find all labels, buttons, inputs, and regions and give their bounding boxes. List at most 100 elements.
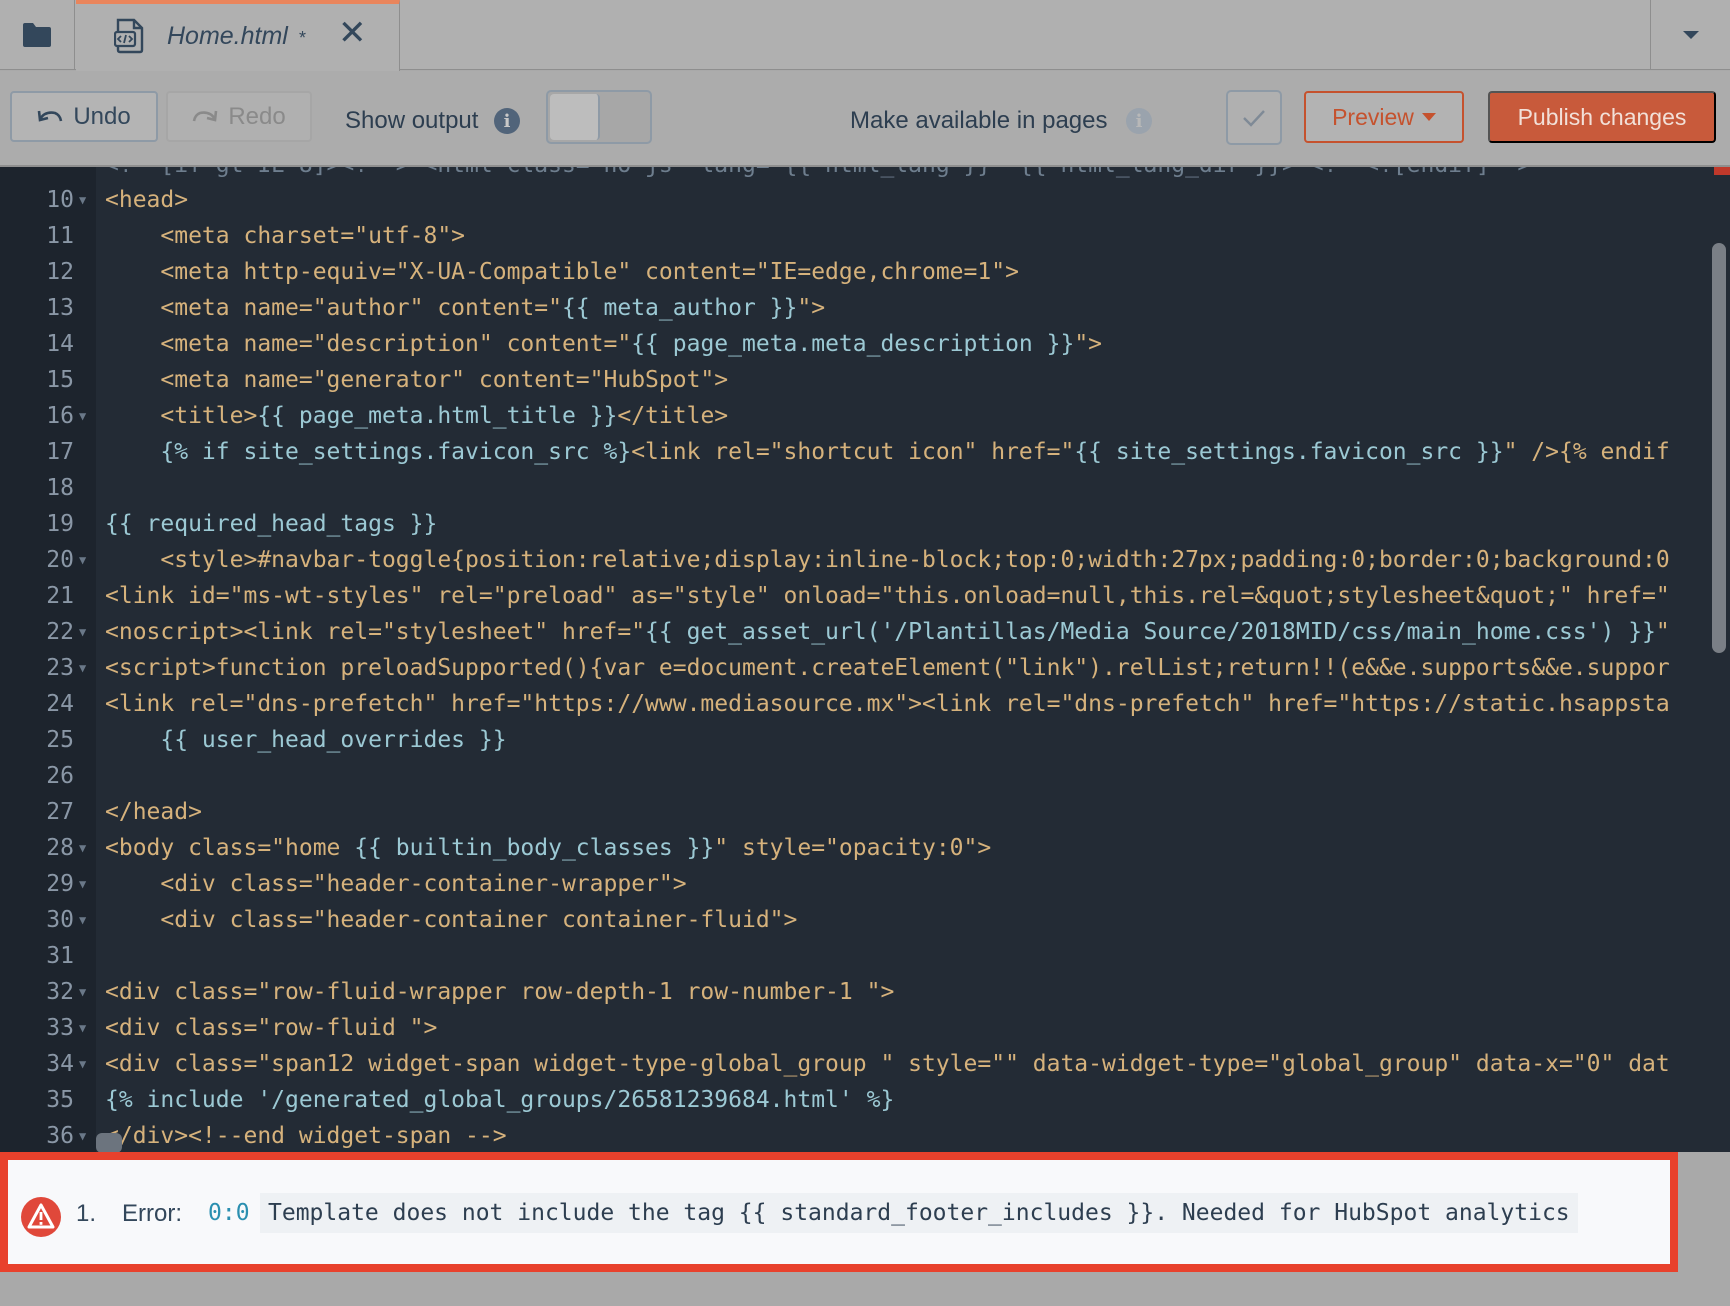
code-text: {{ required_head_tags }}: [105, 511, 438, 537]
fold-arrow-icon[interactable]: ▼: [79, 902, 86, 938]
code-text: <div class="header-container-wrapper">: [105, 871, 687, 897]
line-number: 19: [46, 511, 74, 537]
code-line[interactable]: 15 <meta name="generator" content="HubSp…: [0, 362, 1730, 398]
show-output-toggle[interactable]: [546, 90, 652, 144]
code-line[interactable]: 31: [0, 938, 1730, 974]
tab-home-html[interactable]: Home.html * ✕: [76, 0, 400, 71]
code-line[interactable]: 32 ▼ <div class="row-fluid-wrapper row-dep…: [0, 974, 1730, 1010]
line-number: 17: [46, 439, 74, 465]
code-line[interactable]: 27 </head>: [0, 794, 1730, 830]
line-number: 25: [46, 727, 74, 753]
info-icon[interactable]: i: [494, 108, 520, 134]
close-icon[interactable]: ✕: [338, 16, 367, 50]
code-text: <!--[if gt IE 8]><!--> <html class="no-j…: [105, 167, 1531, 183]
unsaved-indicator: *: [299, 28, 307, 48]
redo-button[interactable]: Redo: [166, 91, 312, 142]
make-available-checkbox[interactable]: [1226, 90, 1282, 145]
code-line[interactable]: 24 <link rel="dns-prefetch" href="https:/…: [0, 686, 1730, 722]
code-text: <div class="row-fluid ">: [105, 1015, 438, 1041]
code-line[interactable]: 35 {% include '/generated_global_groups/2…: [0, 1082, 1730, 1118]
line-number: 32: [46, 979, 74, 1005]
code-line[interactable]: 25 {{ user_head_overrides }}: [0, 722, 1730, 758]
fold-arrow-icon[interactable]: ▼: [79, 542, 86, 578]
undo-button[interactable]: Undo: [10, 91, 158, 142]
line-number: 35: [46, 1087, 74, 1113]
line-number: 10: [46, 187, 74, 213]
code-line[interactable]: 12 <meta http-equiv="X-UA-Compatible" co…: [0, 254, 1730, 290]
redo-icon: [193, 110, 218, 122]
tab-bar: Home.html * ✕: [0, 0, 1730, 71]
code-text: </head>: [105, 799, 202, 825]
code-line[interactable]: 17 {% if site_settings.favicon_src %}<li…: [0, 434, 1730, 470]
code-line[interactable]: 13 <meta name="author" content="{{ meta_…: [0, 290, 1730, 326]
code-line[interactable]: 34 ▼ <div class="span12 widget-span widget…: [0, 1046, 1730, 1082]
code-line[interactable]: 11 <meta charset="utf-8">: [0, 218, 1730, 254]
tabs-dropdown-button[interactable]: [1650, 0, 1730, 70]
folder-icon: [23, 23, 51, 47]
preview-button[interactable]: Preview: [1304, 91, 1464, 143]
code-line[interactable]: 29 ▼ <div class="header-container-wrapper…: [0, 866, 1730, 902]
fold-arrow-icon[interactable]: ▼: [79, 614, 86, 650]
code-text: <link id="ms-wt-styles" rel="preload" as…: [105, 583, 1670, 609]
warning-icon: [21, 1197, 61, 1237]
info-icon[interactable]: i: [1126, 108, 1152, 134]
line-number: 12: [46, 259, 74, 285]
line-number: 29: [46, 871, 74, 897]
code-line[interactable]: 16 ▼ <title>{{ page_meta.html_title }}</t…: [0, 398, 1730, 434]
line-number: 23: [46, 655, 74, 681]
caret-down-icon: [1421, 113, 1436, 121]
line-number: 11: [46, 223, 74, 249]
code-line[interactable]: 33 ▼ <div class="row-fluid ">: [0, 1010, 1730, 1046]
fold-arrow-icon[interactable]: ▼: [79, 974, 86, 1010]
show-output-label: Show output: [345, 107, 479, 134]
publish-changes-button[interactable]: Publish changes: [1488, 91, 1716, 143]
code-text: <style>#navbar-toggle{position:relative;…: [105, 547, 1670, 573]
code-line[interactable]: 20 ▼ <style>#navbar-toggle{position:relat…: [0, 542, 1730, 578]
code-editor[interactable]: <!--[if gt IE 8]><!--> <html class="no-j…: [0, 167, 1730, 1152]
fold-arrow-icon[interactable]: ▼: [79, 650, 86, 686]
code-text: </div><!--end widget-span -->: [105, 1123, 507, 1149]
code-line[interactable]: 30 ▼ <div class="header-container contain…: [0, 902, 1730, 938]
fold-arrow-icon[interactable]: ▼: [79, 182, 86, 218]
code-text: <meta http-equiv="X-UA-Compatible" conte…: [105, 259, 1019, 285]
editor-toolbar: Undo Redo Show output i Make available i…: [0, 71, 1730, 167]
code-text: <meta charset="utf-8">: [105, 223, 466, 249]
code-line[interactable]: 21 <link id="ms-wt-styles" rel="preload" …: [0, 578, 1730, 614]
vertical-scrollbar[interactable]: [1712, 243, 1726, 653]
line-number: 13: [46, 295, 74, 321]
line-number: 24: [46, 691, 74, 717]
code-line[interactable]: 26: [0, 758, 1730, 794]
code-text: <body class="home {{ builtin_body_classe…: [105, 835, 992, 861]
code-text: {{ user_head_overrides }}: [160, 727, 507, 753]
code-line[interactable]: 18: [0, 470, 1730, 506]
file-browser-button[interactable]: [0, 0, 75, 70]
fold-arrow-icon[interactable]: ▼: [79, 830, 86, 866]
preview-label: Preview: [1332, 103, 1414, 130]
code-text: <link rel="dns-prefetch" href="https://w…: [105, 691, 1670, 717]
checkmark-icon: [1243, 109, 1265, 127]
line-number: 28: [46, 835, 74, 861]
line-number: 21: [46, 583, 74, 609]
code-line[interactable]: 23 ▼ <script>function preloadSupported(){v…: [0, 650, 1730, 686]
fold-arrow-icon[interactable]: ▼: [79, 398, 86, 434]
fold-arrow-icon[interactable]: ▼: [79, 1010, 86, 1046]
code-line[interactable]: 28 ▼ <body class="home {{ builtin_body_cla…: [0, 830, 1730, 866]
code-file-icon: [114, 18, 144, 54]
error-message: Template does not include the tag {{ sta…: [260, 1193, 1578, 1233]
fold-arrow-icon[interactable]: ▼: [79, 1118, 86, 1152]
error-location[interactable]: 0:0: [208, 1200, 250, 1226]
code-text: <title>{{ page_meta.html_title }}</title…: [105, 403, 729, 429]
line-number: 30: [46, 907, 74, 933]
code-line[interactable]: 36 ▼ </div><!--end widget-span -->: [0, 1118, 1730, 1152]
code-line[interactable]: 19 {{ required_head_tags }}: [0, 506, 1730, 542]
code-text: {% include '/generated_global_groups/265…: [105, 1087, 895, 1113]
line-number: 27: [46, 799, 74, 825]
code-text: <div class="row-fluid-wrapper row-depth-…: [105, 979, 895, 1005]
code-line[interactable]: 14 <meta name="description" content="{{ …: [0, 326, 1730, 362]
code-text: <script>function preloadSupported(){var …: [105, 655, 1670, 681]
code-line[interactable]: 22 ▼ <noscript><link rel="stylesheet" href…: [0, 614, 1730, 650]
fold-arrow-icon[interactable]: ▼: [79, 1046, 86, 1082]
error-number: 1.: [76, 1200, 97, 1227]
code-line[interactable]: 10 ▼ <head>: [0, 182, 1730, 218]
fold-arrow-icon[interactable]: ▼: [79, 866, 86, 902]
